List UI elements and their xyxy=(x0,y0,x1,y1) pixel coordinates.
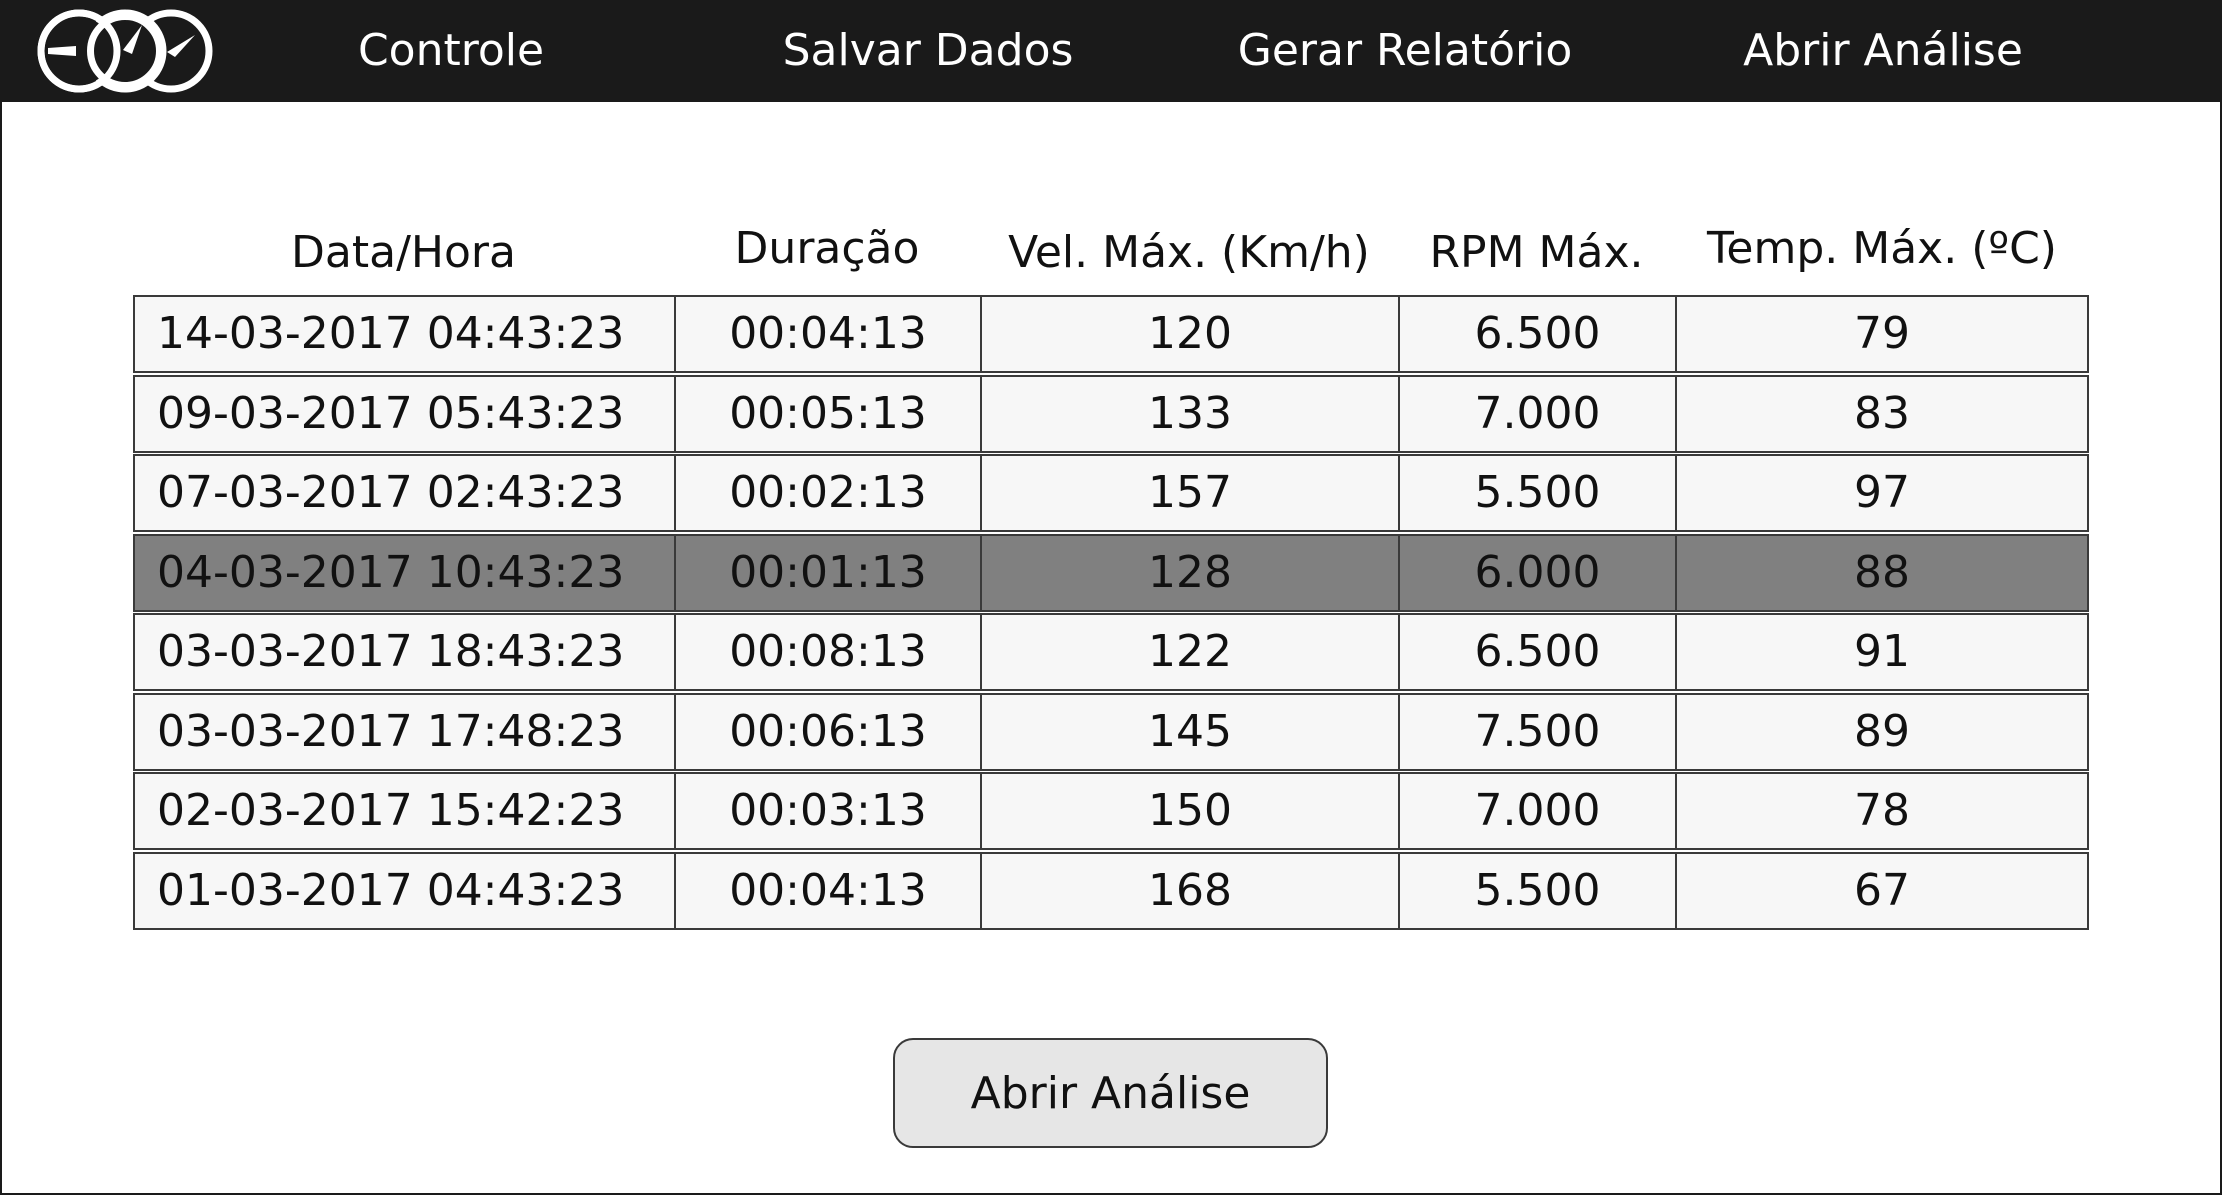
cell-duracao[interactable]: 00:08:13 xyxy=(674,613,982,691)
cell-data-hora[interactable]: 03-03-2017 18:43:23 xyxy=(133,613,676,691)
cell-duracao[interactable]: 00:01:13 xyxy=(674,534,982,612)
column-header-vel-max: Vel. Máx. (Km/h) xyxy=(1008,227,1370,278)
nav-salvar-dados[interactable]: Salvar Dados xyxy=(783,22,1074,80)
cell-vel-max[interactable]: 150 xyxy=(980,772,1400,850)
cell-vel-max[interactable]: 128 xyxy=(980,534,1400,612)
cell-data-hora[interactable]: 02-03-2017 15:42:23 xyxy=(133,772,676,850)
cell-data-hora[interactable]: 01-03-2017 04:43:23 xyxy=(133,852,676,930)
column-header-data-hora: Data/Hora xyxy=(291,227,516,278)
column-header-duracao: Duração xyxy=(734,223,920,274)
cell-data-hora[interactable]: 09-03-2017 05:43:23 xyxy=(133,375,676,453)
cell-temp-max[interactable]: 97 xyxy=(1675,454,2089,532)
cell-data-hora[interactable]: 03-03-2017 17:48:23 xyxy=(133,693,676,771)
cell-temp-max[interactable]: 83 xyxy=(1675,375,2089,453)
cell-temp-max[interactable]: 91 xyxy=(1675,613,2089,691)
cell-rpm-max[interactable]: 7.000 xyxy=(1398,375,1677,453)
cell-vel-max[interactable]: 168 xyxy=(980,852,1400,930)
cell-temp-max[interactable]: 88 xyxy=(1675,534,2089,612)
cell-duracao[interactable]: 00:03:13 xyxy=(674,772,982,850)
cell-data-hora[interactable]: 04-03-2017 10:43:23 xyxy=(133,534,676,612)
cell-temp-max[interactable]: 89 xyxy=(1675,693,2089,771)
cell-temp-max[interactable]: 78 xyxy=(1675,772,2089,850)
cell-temp-max[interactable]: 79 xyxy=(1675,295,2089,373)
cell-vel-max[interactable]: 120 xyxy=(980,295,1400,373)
cell-duracao[interactable]: 00:05:13 xyxy=(674,375,982,453)
cell-data-hora[interactable]: 14-03-2017 04:43:23 xyxy=(133,295,676,373)
cell-temp-max[interactable]: 67 xyxy=(1675,852,2089,930)
cell-duracao[interactable]: 00:02:13 xyxy=(674,454,982,532)
cell-rpm-max[interactable]: 6.500 xyxy=(1398,613,1677,691)
cell-rpm-max[interactable]: 7.500 xyxy=(1398,693,1677,771)
cell-duracao[interactable]: 00:04:13 xyxy=(674,295,982,373)
nav-gerar-relatorio[interactable]: Gerar Relatório xyxy=(1238,22,1573,80)
column-header-rpm-max: RPM Máx. xyxy=(1429,227,1644,278)
cell-rpm-max[interactable]: 7.000 xyxy=(1398,772,1677,850)
cell-vel-max[interactable]: 145 xyxy=(980,693,1400,771)
cell-duracao[interactable]: 00:04:13 xyxy=(674,852,982,930)
column-header-temp-max: Temp. Máx. (ºC) xyxy=(1707,223,2057,274)
cell-duracao[interactable]: 00:06:13 xyxy=(674,693,982,771)
top-navigation-bar: Controle Salvar Dados Gerar Relatório Ab… xyxy=(0,0,2222,102)
gauges-logo-icon[interactable] xyxy=(34,6,216,96)
cell-vel-max[interactable]: 157 xyxy=(980,454,1400,532)
cell-rpm-max[interactable]: 6.000 xyxy=(1398,534,1677,612)
cell-rpm-max[interactable]: 5.500 xyxy=(1398,852,1677,930)
cell-data-hora[interactable]: 07-03-2017 02:43:23 xyxy=(133,454,676,532)
nav-controle[interactable]: Controle xyxy=(358,22,544,80)
abrir-analise-button[interactable]: Abrir Análise xyxy=(893,1038,1328,1148)
cell-rpm-max[interactable]: 6.500 xyxy=(1398,295,1677,373)
nav-abrir-analise[interactable]: Abrir Análise xyxy=(1743,22,2023,80)
cell-vel-max[interactable]: 122 xyxy=(980,613,1400,691)
cell-vel-max[interactable]: 133 xyxy=(980,375,1400,453)
cell-rpm-max[interactable]: 5.500 xyxy=(1398,454,1677,532)
